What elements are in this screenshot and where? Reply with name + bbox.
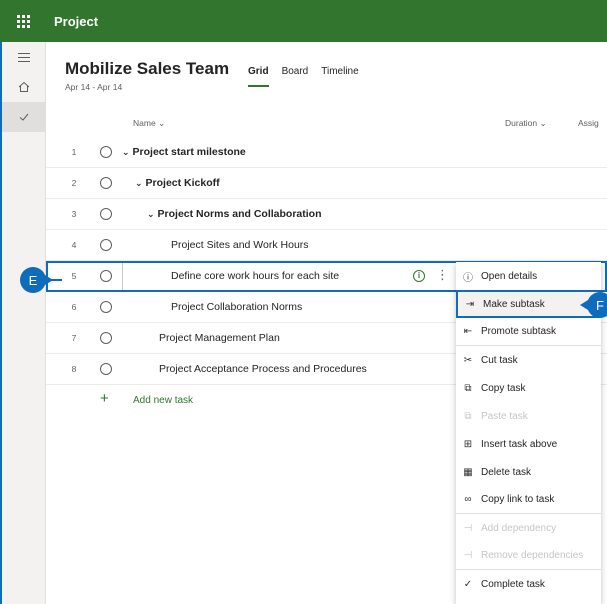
table-row[interactable]: 1 ⌄ Project start milestone <box>46 137 607 168</box>
plan-title: Mobilize Sales Team <box>65 59 230 78</box>
complete-circle-icon[interactable] <box>100 177 112 189</box>
task-name-text: Project start milestone <box>132 146 246 158</box>
chevron-down-icon: ⌄ <box>539 118 547 128</box>
table-row[interactable]: 3 ⌄ Project Norms and Collaboration <box>46 199 607 230</box>
row-number: 4 <box>71 240 77 250</box>
task-name[interactable]: Project Collaboration Norms <box>171 301 302 313</box>
tab-board[interactable]: Board <box>282 66 309 83</box>
menu-label: Delete task <box>481 466 532 478</box>
task-name[interactable]: Project Sites and Work Hours <box>171 239 309 251</box>
column-name[interactable]: Name ⌄ <box>133 118 165 129</box>
row-number: 3 <box>71 209 77 219</box>
task-name-text: Project Norms and Collaboration <box>157 208 322 220</box>
menu-label: Complete task <box>481 578 545 590</box>
menu-label: Make subtask <box>483 298 545 310</box>
menu-label: Insert task above <box>481 438 558 450</box>
column-assigned[interactable]: Assig <box>578 118 599 128</box>
chevron-down-icon: ⌄ <box>158 118 166 128</box>
menu-label: Copy link to task <box>481 494 555 505</box>
view-tabs: Grid Board Timeline <box>248 66 359 87</box>
link-icon: ∞ <box>464 494 472 505</box>
dependency-icon: ⊣ <box>463 550 473 561</box>
insert-icon: ⊞ <box>463 438 473 450</box>
menu-insert-task-above[interactable]: ⊞ Insert task above <box>456 430 601 458</box>
complete-circle-icon[interactable] <box>100 270 112 282</box>
dependency-icon: ⊣ <box>463 522 473 534</box>
left-rail <box>0 42 46 604</box>
complete-circle-icon[interactable] <box>100 332 112 344</box>
row-number: 1 <box>71 147 77 157</box>
tab-timeline[interactable]: Timeline <box>321 66 358 83</box>
top-bar: Project <box>0 0 607 42</box>
task-name[interactable]: ⌄ Project Kickoff <box>135 177 220 189</box>
task-name[interactable]: Define core work hours for each site <box>171 270 339 282</box>
complete-circle-icon[interactable] <box>100 301 112 313</box>
menu-copy-task[interactable]: ⧉ Copy task <box>456 374 601 402</box>
menu-label: Open details <box>481 270 538 282</box>
complete-circle-icon[interactable] <box>100 363 112 375</box>
trash-icon: ▦ <box>463 466 473 478</box>
context-menu: ⓘ Open details ⇥ Make subtask ⇤ Promote sub… <box>456 262 601 604</box>
row-number: 2 <box>71 178 77 188</box>
waffle-icon[interactable] <box>0 0 46 42</box>
column-header: Name ⌄ Duration ⌄ Assig <box>46 112 607 136</box>
table-row[interactable]: 2 ⌄ Project Kickoff <box>46 168 607 199</box>
hamburger-icon[interactable] <box>2 42 46 72</box>
task-name[interactable]: ⌄ Project start milestone <box>122 146 246 158</box>
menu-remove-dependencies: ⊣ Remove dependencies <box>456 542 601 570</box>
chevron-down-icon[interactable]: ⌄ <box>147 209 155 220</box>
menu-promote-subtask[interactable]: ⇤ Promote subtask <box>456 318 601 346</box>
menu-label: Remove dependencies <box>481 550 584 561</box>
row-number: 6 <box>71 302 77 312</box>
chevron-down-icon[interactable]: ⌄ <box>122 147 130 158</box>
menu-label: Add dependency <box>481 522 557 534</box>
menu-cut-task[interactable]: ✂ Cut task <box>456 346 601 374</box>
scissors-icon: ✂ <box>463 354 473 366</box>
app-name[interactable]: Project <box>54 14 98 29</box>
menu-paste-task: ⧉ Paste task <box>456 402 601 430</box>
task-name-text: Project Kickoff <box>145 177 220 189</box>
menu-label: Cut task <box>481 354 518 366</box>
callout-f: F <box>580 292 607 318</box>
row-number: 7 <box>71 333 77 343</box>
complete-circle-icon[interactable] <box>100 208 112 220</box>
complete-icon: ✓ <box>463 578 473 590</box>
complete-circle-icon[interactable] <box>100 146 112 158</box>
copy-icon: ⧉ <box>464 382 472 394</box>
column-name-label: Name <box>133 118 156 128</box>
menu-label: Paste task <box>481 410 528 422</box>
menu-complete-task[interactable]: ✓ Complete task <box>456 570 601 598</box>
outdent-icon: ⇤ <box>463 326 473 337</box>
menu-copy-link[interactable]: ∞ Copy link to task <box>456 486 601 514</box>
menu-label: Promote subtask <box>481 326 557 337</box>
more-icon[interactable]: ⋮ <box>436 267 449 283</box>
menu-label: Copy task <box>481 382 526 394</box>
task-name[interactable]: ⌄ Project Norms and Collaboration <box>147 208 322 220</box>
check-icon[interactable] <box>2 102 46 132</box>
info-icon[interactable]: i <box>413 270 425 282</box>
row-number: 5 <box>71 271 77 281</box>
indent-icon: ⇥ <box>465 298 475 310</box>
tab-grid[interactable]: Grid <box>248 66 269 87</box>
row-number: 8 <box>71 364 77 374</box>
column-duration-label: Duration <box>505 118 538 128</box>
task-name[interactable]: Project Management Plan <box>159 332 280 344</box>
table-row[interactable]: 4 Project Sites and Work Hours <box>46 230 607 261</box>
callout-e: E <box>20 267 53 293</box>
plan-dates: Apr 14 - Apr 14 <box>65 82 123 92</box>
plus-icon[interactable]: + <box>100 390 109 407</box>
menu-add-dependency: ⊣ Add dependency <box>456 514 601 542</box>
complete-circle-icon[interactable] <box>100 239 112 251</box>
paste-icon: ⧉ <box>464 410 472 422</box>
chevron-down-icon[interactable]: ⌄ <box>135 178 143 189</box>
task-name[interactable]: Project Acceptance Process and Procedure… <box>159 363 367 375</box>
info-icon: ⓘ <box>463 272 473 284</box>
cell-divider <box>122 263 123 290</box>
home-icon[interactable] <box>2 72 46 102</box>
add-task-link[interactable]: Add new task <box>133 395 193 406</box>
menu-open-details[interactable]: ⓘ Open details <box>456 262 601 290</box>
menu-delete-task[interactable]: ▦ Delete task <box>456 458 601 486</box>
column-duration[interactable]: Duration ⌄ <box>505 118 547 129</box>
